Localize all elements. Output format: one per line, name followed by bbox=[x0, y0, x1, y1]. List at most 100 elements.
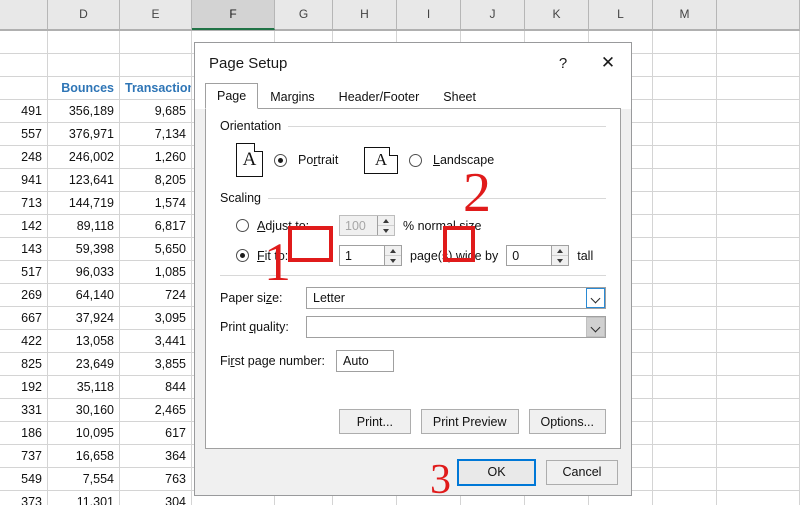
grid-cell[interactable] bbox=[717, 491, 800, 505]
fit-height-spinner[interactable] bbox=[506, 245, 569, 266]
grid-cell[interactable]: 304 bbox=[120, 491, 192, 505]
grid-cell[interactable] bbox=[717, 146, 800, 169]
grid-cell[interactable] bbox=[120, 54, 192, 77]
grid-cell[interactable] bbox=[0, 31, 48, 54]
adjust-to-radio[interactable] bbox=[236, 219, 249, 232]
grid-cell[interactable]: 35,118 bbox=[48, 376, 120, 399]
grid-cell[interactable] bbox=[0, 54, 48, 77]
grid-cell[interactable]: 3,095 bbox=[120, 307, 192, 330]
grid-cell[interactable]: 667 bbox=[0, 307, 48, 330]
grid-cell[interactable]: 763 bbox=[120, 468, 192, 491]
grid-cell[interactable] bbox=[717, 31, 800, 54]
grid-cell[interactable] bbox=[717, 422, 800, 445]
column-header-l[interactable]: L bbox=[589, 0, 653, 30]
tab-margins[interactable]: Margins bbox=[258, 83, 326, 109]
adjust-to-spinner[interactable] bbox=[339, 215, 395, 236]
grid-cell[interactable]: 724 bbox=[120, 284, 192, 307]
grid-cell[interactable]: 825 bbox=[0, 353, 48, 376]
grid-cell[interactable] bbox=[717, 54, 800, 77]
grid-cell[interactable]: 1,085 bbox=[120, 261, 192, 284]
grid-cell[interactable] bbox=[717, 284, 800, 307]
chevron-down-icon[interactable] bbox=[586, 317, 605, 337]
grid-cell[interactable] bbox=[653, 192, 717, 215]
tab-page[interactable]: Page bbox=[205, 83, 258, 109]
grid-cell[interactable] bbox=[653, 330, 717, 353]
print-preview-button[interactable]: Print Preview bbox=[421, 409, 519, 434]
fit-height-input[interactable] bbox=[507, 246, 551, 265]
grid-cell[interactable]: Bounces bbox=[48, 77, 120, 100]
grid-cell[interactable]: 364 bbox=[120, 445, 192, 468]
fit-width-spinner[interactable] bbox=[339, 245, 402, 266]
grid-cell[interactable]: 89,118 bbox=[48, 215, 120, 238]
grid-cell[interactable] bbox=[653, 307, 717, 330]
grid-cell[interactable]: 2,465 bbox=[120, 399, 192, 422]
grid-cell[interactable]: 9,685 bbox=[120, 100, 192, 123]
adjust-to-input[interactable] bbox=[340, 216, 377, 235]
column-header-k[interactable]: K bbox=[525, 0, 589, 30]
grid-cell[interactable] bbox=[717, 215, 800, 238]
grid-cell[interactable] bbox=[717, 192, 800, 215]
spin-down-icon[interactable] bbox=[552, 256, 568, 265]
grid-cell[interactable]: 186 bbox=[0, 422, 48, 445]
column-header-j[interactable]: J bbox=[461, 0, 525, 30]
grid-cell[interactable]: 373 bbox=[0, 491, 48, 505]
grid-cell[interactable] bbox=[653, 445, 717, 468]
help-icon[interactable]: ? bbox=[541, 43, 585, 83]
grid-cell[interactable]: 549 bbox=[0, 468, 48, 491]
grid-cell[interactable] bbox=[653, 146, 717, 169]
grid-cell[interactable] bbox=[717, 123, 800, 146]
grid-cell[interactable] bbox=[717, 353, 800, 376]
cancel-button[interactable]: Cancel bbox=[546, 460, 618, 485]
grid-cell[interactable]: 248 bbox=[0, 146, 48, 169]
grid-cell[interactable] bbox=[653, 100, 717, 123]
grid-cell[interactable]: 941 bbox=[0, 169, 48, 192]
fit-height-spin-buttons[interactable] bbox=[551, 246, 568, 265]
grid-cell[interactable] bbox=[653, 169, 717, 192]
fit-width-spin-buttons[interactable] bbox=[384, 246, 401, 265]
grid-cell[interactable] bbox=[717, 238, 800, 261]
grid-cell[interactable]: 6,817 bbox=[120, 215, 192, 238]
grid-cell[interactable] bbox=[120, 31, 192, 54]
column-header-m[interactable]: M bbox=[653, 0, 717, 30]
grid-cell[interactable] bbox=[717, 376, 800, 399]
grid-cell[interactable]: 23,649 bbox=[48, 353, 120, 376]
grid-cell[interactable] bbox=[653, 54, 717, 77]
grid-cell[interactable]: Transactions bbox=[120, 77, 192, 100]
grid-cell[interactable]: 331 bbox=[0, 399, 48, 422]
grid-cell[interactable]: 1,260 bbox=[120, 146, 192, 169]
grid-cell[interactable]: 16,658 bbox=[48, 445, 120, 468]
grid-cell[interactable] bbox=[653, 238, 717, 261]
grid-cell[interactable]: 96,033 bbox=[48, 261, 120, 284]
grid-cell[interactable]: 11,301 bbox=[48, 491, 120, 505]
spin-up-icon[interactable] bbox=[552, 246, 568, 256]
grid-cell[interactable]: 123,641 bbox=[48, 169, 120, 192]
grid-cell[interactable] bbox=[0, 77, 48, 100]
options-button[interactable]: Options... bbox=[529, 409, 607, 434]
grid-cell[interactable]: 143 bbox=[0, 238, 48, 261]
grid-cell[interactable]: 713 bbox=[0, 192, 48, 215]
grid-cell[interactable] bbox=[48, 31, 120, 54]
landscape-option[interactable]: A Landscape bbox=[364, 147, 494, 174]
grid-cell[interactable]: 3,855 bbox=[120, 353, 192, 376]
grid-cell[interactable] bbox=[653, 399, 717, 422]
grid-cell[interactable]: 144,719 bbox=[48, 192, 120, 215]
chevron-down-icon[interactable] bbox=[586, 288, 605, 308]
grid-cell[interactable] bbox=[653, 77, 717, 100]
portrait-radio[interactable] bbox=[274, 154, 287, 167]
column-header-d[interactable]: D bbox=[48, 0, 120, 30]
grid-cell[interactable] bbox=[653, 284, 717, 307]
spin-down-icon[interactable] bbox=[385, 256, 401, 265]
column-header-i[interactable]: I bbox=[397, 0, 461, 30]
grid-cell[interactable]: 376,971 bbox=[48, 123, 120, 146]
grid-cell[interactable] bbox=[717, 100, 800, 123]
print-button[interactable]: Print... bbox=[339, 409, 411, 434]
grid-cell[interactable]: 142 bbox=[0, 215, 48, 238]
grid-cell[interactable] bbox=[717, 307, 800, 330]
grid-cell[interactable] bbox=[717, 445, 800, 468]
grid-cell[interactable] bbox=[653, 353, 717, 376]
fit-to-radio[interactable] bbox=[236, 249, 249, 262]
grid-cell[interactable]: 3,441 bbox=[120, 330, 192, 353]
column-header-f[interactable]: F bbox=[192, 0, 275, 30]
fit-width-input[interactable] bbox=[340, 246, 384, 265]
grid-cell[interactable]: 269 bbox=[0, 284, 48, 307]
